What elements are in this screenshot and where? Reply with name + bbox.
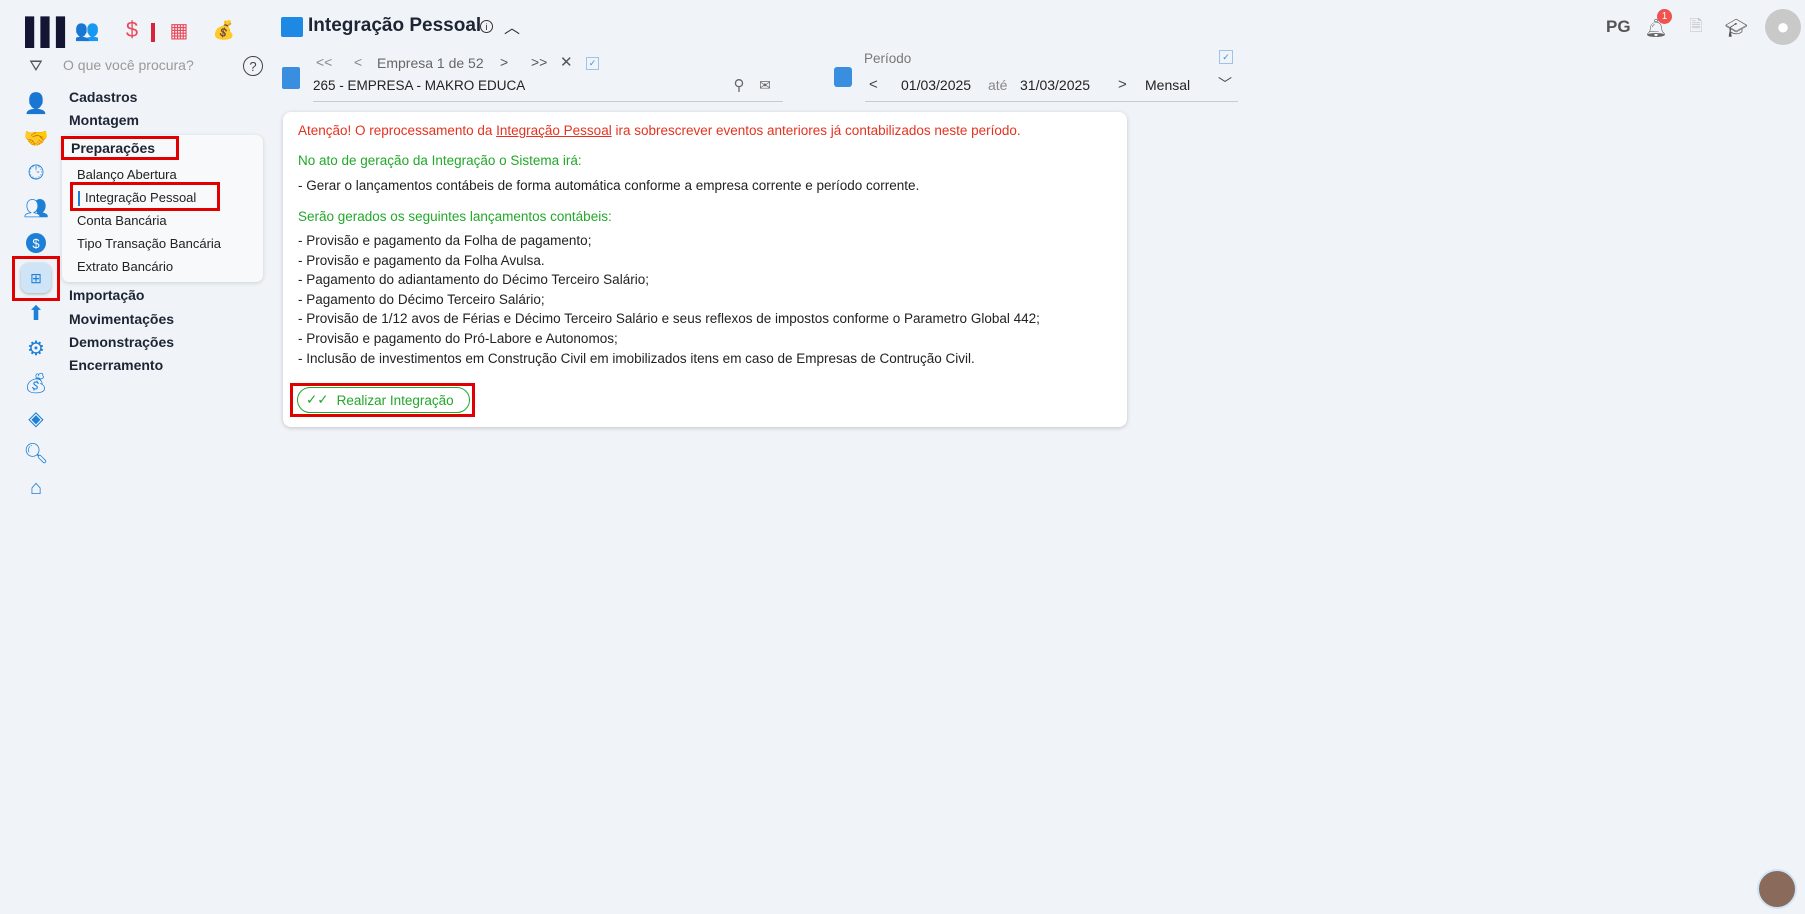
period-mode-select[interactable]: Mensal [1145, 77, 1190, 93]
heading-2: Serão gerados os seguintes lançamentos c… [298, 209, 612, 224]
next-period-button[interactable]: > [1118, 76, 1127, 93]
integration-card: Atenção! O reprocessamento da Integração… [283, 112, 1127, 427]
list2-text: Provisão e pagamento do Pró-Labore e Aut… [306, 331, 618, 346]
period-underline [865, 101, 1238, 102]
warning-text: Atenção! O reprocessamento da Integração… [298, 123, 1021, 138]
list2-text: Provisão e pagamento da Folha de pagamen… [306, 233, 592, 248]
notification-badge: 1 [1657, 9, 1672, 24]
layers-icon[interactable]: ◈ [22, 404, 50, 432]
highlight-button [290, 383, 475, 417]
help-icon[interactable]: ? [243, 56, 263, 76]
list2-item: - Provisão e pagamento da Folha Avulsa. [298, 253, 545, 268]
clock-icon[interactable]: 🕒︎ [22, 159, 50, 187]
finance-module-icon[interactable]: $ [120, 16, 144, 44]
user-settings-icon[interactable]: 👤 [22, 89, 50, 117]
users-icon[interactable]: 👥︎ [22, 194, 50, 222]
clear-company-button[interactable]: ✕ [560, 53, 573, 71]
first-company-button[interactable]: << [316, 54, 332, 70]
document-search-icon[interactable]: 🗎 [1685, 16, 1707, 40]
list2-item: - Provisão de 1/12 avos de Férias e Déci… [298, 311, 1040, 326]
menu-encerramento[interactable]: Encerramento [69, 357, 163, 373]
user-initials[interactable]: PG [1606, 17, 1631, 37]
menu-movimentacoes[interactable]: Movimentações [69, 311, 174, 327]
money-bag-icon[interactable]: 💰︎ [22, 369, 50, 397]
company-input[interactable]: 265 - EMPRESA - MAKRO EDUCA [313, 78, 525, 93]
graduation-cap-icon[interactable]: 🎓︎ [1723, 16, 1749, 40]
upload-icon[interactable]: ⬆ [22, 299, 50, 327]
handshake-icon[interactable]: 🤝 [22, 124, 50, 152]
magnifier-icon[interactable]: 🔍︎ [22, 439, 50, 467]
list2-text: Inclusão de investimentos em Construção … [306, 351, 975, 366]
search-icon[interactable]: ⚲ [730, 76, 748, 94]
calendar-icon [834, 67, 852, 87]
menu-cadastros[interactable]: Cadastros [69, 89, 137, 105]
list2-item: - Provisão e pagamento do Pró-Labore e A… [298, 331, 618, 346]
list2-text: Provisão de 1/12 avos de Férias e Décimo… [306, 311, 1040, 326]
submenu-conta-bancaria[interactable]: Conta Bancária [77, 213, 167, 228]
list2-item: - Pagamento do Décimo Terceiro Salário; [298, 292, 545, 307]
company-checkbox[interactable]: ✓ [586, 57, 599, 70]
list2-item: - Pagamento do adiantamento do Décimo Te… [298, 272, 649, 287]
next-company-button[interactable]: > [500, 54, 508, 70]
period-checkbox[interactable]: ✓ [1219, 50, 1233, 64]
app-logo[interactable]: ▌▌▌ [25, 16, 74, 47]
home-icon[interactable]: ⌂ [22, 474, 50, 502]
list1-item: - Gerar o lançamentos contábeis de forma… [298, 178, 920, 193]
prev-company-button[interactable]: < [354, 54, 362, 70]
warning-link[interactable]: Integração Pessoal [496, 123, 612, 138]
menu-montagem[interactable]: Montagem [69, 112, 139, 128]
list2-item: - Inclusão de investimentos em Construçã… [298, 351, 975, 366]
list2-text: Provisão e pagamento da Folha Avulsa. [306, 253, 545, 268]
period-end[interactable]: 31/03/2025 [1020, 77, 1090, 93]
page-title: Integração Pessoal [308, 15, 482, 36]
list1-text: Gerar o lançamentos contábeis de forma a… [306, 178, 920, 193]
period-start[interactable]: 01/03/2025 [901, 77, 971, 93]
submenu-extrato-bancario[interactable]: Extrato Bancário [77, 259, 173, 274]
submenu-balanco-abertura[interactable]: Balanço Abertura [77, 167, 177, 182]
monitor-icon [281, 17, 303, 37]
warning-post: ira sobrescrever eventos anteriores já c… [611, 123, 1021, 138]
heading-1: No ato de geração da Integração o Sistem… [298, 153, 582, 168]
last-company-button[interactable]: >> [531, 54, 547, 70]
assistant-avatar[interactable] [1757, 869, 1797, 909]
menu-importacao[interactable]: Importação [69, 287, 144, 303]
period-separator: até [988, 77, 1008, 93]
warning-pre: Atenção! O reprocessamento da [298, 123, 497, 138]
dollar-icon[interactable]: $ [22, 229, 50, 257]
info-icon[interactable]: i [480, 20, 493, 33]
user-avatar[interactable]: ● [1765, 9, 1801, 45]
menu-search-input[interactable]: O que você procura? [63, 57, 194, 73]
menu-demonstracoes[interactable]: Demonstrações [69, 334, 174, 350]
people-module-icon[interactable]: 👥 [73, 16, 101, 44]
submenu-tipo-transacao[interactable]: Tipo Transação Bancária [77, 236, 221, 251]
company-underline [313, 101, 783, 102]
gear-network-icon[interactable]: ⚙ [22, 334, 50, 362]
prev-period-button[interactable]: < [869, 76, 878, 93]
collapse-chevron-icon[interactable]: ︿ [503, 16, 521, 37]
period-label: Período [864, 51, 912, 66]
chevron-down-icon[interactable]: ﹀ [1218, 74, 1232, 94]
highlight-integracao [70, 182, 220, 211]
highlight-preparacoes [61, 136, 179, 160]
list2-text: Pagamento do adiantamento do Décimo Terc… [306, 272, 649, 287]
list2-text: Pagamento do Décimo Terceiro Salário; [306, 292, 545, 307]
highlight-calculator [12, 256, 60, 301]
active-module-marker [151, 23, 155, 42]
accounting-module-icon[interactable]: ▦ [165, 16, 193, 44]
money-bag-module-icon[interactable]: 💰 [210, 16, 238, 44]
mail-icon[interactable]: ✉ [756, 76, 774, 94]
building-icon [282, 67, 300, 89]
list2-item: - Provisão e pagamento da Folha de pagam… [298, 233, 592, 248]
filter-icon[interactable]: ⛛ [26, 57, 46, 77]
company-counter: Empresa 1 de 52 [377, 55, 484, 71]
